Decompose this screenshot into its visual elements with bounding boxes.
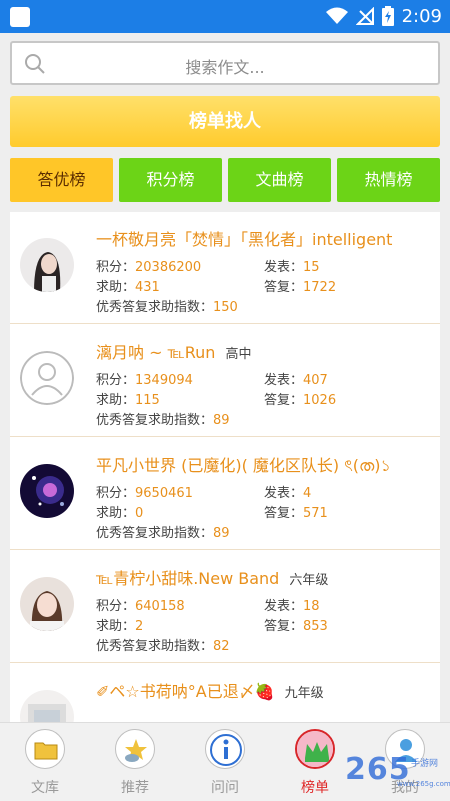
app-notification-icon <box>10 7 30 27</box>
ranking-list: 一杯敬月亮「焚情」「黑化者」intelligent 积分：20386200 发表：… <box>10 212 440 722</box>
nav-recommend[interactable]: 推荐 <box>100 729 170 797</box>
user-grade: 九年级 <box>284 686 324 701</box>
avatar <box>20 238 74 292</box>
list-item[interactable]: 漓月呐 ~ ℡Run 高中 积分：1349094 发表：407 求助：115 答复：1… <box>10 325 440 437</box>
avatar <box>20 577 74 631</box>
tab-writing[interactable]: 文曲榜 <box>228 158 331 202</box>
folder-icon <box>25 729 65 769</box>
list-item[interactable]: ✐ペ☆书荷呐°A已退〆🍓 九年级 <box>10 664 440 722</box>
default-avatar-icon <box>20 351 74 405</box>
list-item[interactable]: 一杯敬月亮「焚情」「黑化者」intelligent 积分：20386200 发表：… <box>10 212 440 324</box>
info-icon <box>205 729 245 769</box>
tab-points[interactable]: 积分榜 <box>119 158 222 202</box>
user-name: ℡青柠小甜味.New Band 六年级 <box>96 569 329 588</box>
avatar <box>20 464 74 518</box>
user-name: 平凡小世界 (已魔化)( 魔化区队长) ৎ(ത)১ <box>96 456 391 475</box>
status-bar: 2:09 <box>0 0 450 33</box>
user-name: 漓月呐 ~ ℡Run 高中 <box>96 343 252 362</box>
search-placeholder: 搜索作文... <box>185 58 265 77</box>
watermark-logo: 265 手游网 www.265g.com <box>345 752 450 788</box>
user-stats: 积分：1349094 发表：407 求助：115 答复：1026 优秀答复求助指数：… <box>96 373 337 428</box>
no-signal-icon <box>355 7 374 25</box>
find-people-button[interactable]: 榜单找人 <box>10 96 440 147</box>
avatar <box>20 690 74 722</box>
tab-best-answer[interactable]: 答优榜 <box>10 158 113 202</box>
user-stats: 积分：640158 发表：18 求助：2 答复：853 优秀答复求助指数：82 <box>96 599 328 654</box>
system-icons: 2:09 <box>325 5 442 27</box>
recommend-icon <box>115 729 155 769</box>
tab-enthusiasm[interactable]: 热情榜 <box>337 158 440 202</box>
nav-ask[interactable]: 问问 <box>190 729 260 797</box>
user-name: 一杯敬月亮「焚情」「黑化者」intelligent <box>96 230 393 249</box>
clock: 2:09 <box>401 5 442 27</box>
user-grade: 高中 <box>225 347 252 362</box>
user-name: ✐ペ☆书荷呐°A已退〆🍓 九年级 <box>96 682 324 701</box>
user-stats: 积分：9650461 发表：4 求助：0 答复：571 优秀答复求助指数：89 <box>96 486 328 541</box>
ranking-tabs: 答优榜 积分榜 文曲榜 热情榜 <box>10 158 440 202</box>
user-stats: 积分：20386200 发表：15 求助：431 答复：1722 优秀答复求助指数：… <box>96 260 337 315</box>
list-item[interactable]: ℡青柠小甜味.New Band 六年级 积分：640158 发表：18 求助：2 答复… <box>10 551 440 663</box>
wifi-icon <box>325 7 348 24</box>
nav-library[interactable]: 文库 <box>10 729 80 797</box>
user-grade: 六年级 <box>289 573 329 588</box>
search-bar[interactable]: 搜索作文... <box>10 41 440 85</box>
list-item[interactable]: 平凡小世界 (已魔化)( 魔化区队长) ৎ(ത)১ 积分：9650461 发表：4… <box>10 438 440 550</box>
battery-charging-icon <box>381 6 394 26</box>
